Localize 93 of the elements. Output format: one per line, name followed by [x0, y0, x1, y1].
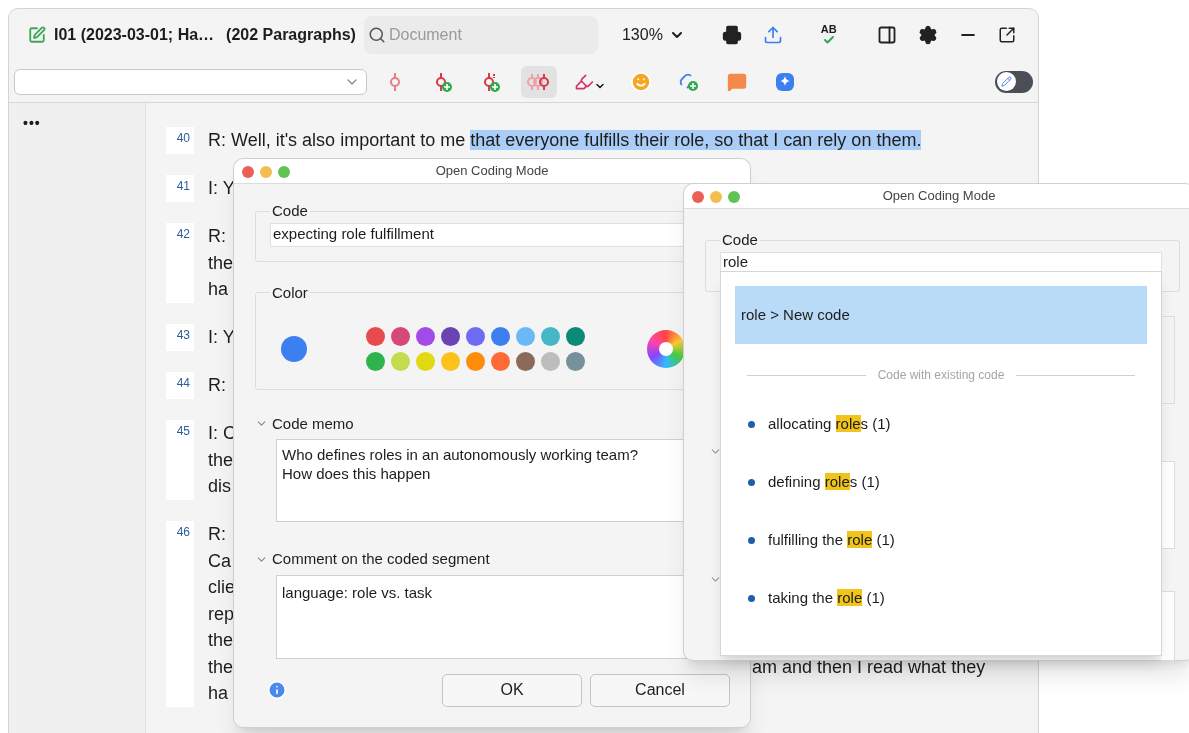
- code-combobox[interactable]: [14, 68, 367, 95]
- color-swatch[interactable]: [516, 352, 535, 372]
- settings-icon[interactable]: [917, 25, 938, 45]
- color-swatch[interactable]: [466, 352, 485, 372]
- paragraph-number: 41: [176, 179, 190, 193]
- code-suggestion[interactable]: fulfilling the role (1): [768, 528, 895, 552]
- print-icon[interactable]: [721, 25, 742, 45]
- zoom-button[interactable]: [728, 191, 740, 203]
- color-swatch[interactable]: [566, 327, 585, 347]
- color-swatch[interactable]: [391, 352, 410, 372]
- code-suggestion[interactable]: taking the role (1): [768, 586, 885, 610]
- dialog-title: Open Coding Mode: [435, 162, 549, 181]
- color-swatch[interactable]: [416, 352, 435, 372]
- color-swatch[interactable]: [516, 327, 535, 347]
- info-icon[interactable]: [267, 680, 287, 700]
- popout-icon[interactable]: [997, 26, 1016, 44]
- close-button[interactable]: [242, 166, 254, 178]
- pencil-icon: [997, 72, 1016, 91]
- more-menu[interactable]: •••: [23, 115, 41, 131]
- dialog-title: Open Coding Mode: [882, 187, 996, 206]
- bullet-icon: [748, 594, 755, 602]
- sparkle-icon: [774, 70, 796, 93]
- paragraph-text: the: [208, 630, 234, 650]
- paragraph-text: the: [208, 449, 234, 470]
- paragraph-number: 40: [176, 131, 190, 145]
- paragraph-text: Ca: [208, 550, 231, 571]
- color-swatch[interactable]: [541, 327, 560, 347]
- ok-button[interactable]: OK: [442, 673, 582, 707]
- minimize-button[interactable]: [260, 166, 272, 178]
- edit-mode-toggle[interactable]: [995, 70, 1033, 93]
- color-swatch[interactable]: [391, 327, 410, 347]
- color-swatch[interactable]: [566, 352, 585, 372]
- color-swatch[interactable]: [416, 327, 435, 347]
- paragraph-number: 46: [176, 525, 190, 539]
- minimize-button[interactable]: [710, 191, 722, 203]
- paragraph-text: dis: [208, 476, 231, 496]
- paragraph-text: clie: [208, 577, 235, 597]
- bullet-icon: [748, 478, 755, 486]
- edit-document-icon: [28, 26, 46, 44]
- paragraph-number: 44: [176, 376, 190, 390]
- paragraph-number: 43: [176, 328, 190, 342]
- paragraph-text: R: Well, it's also important to me: [208, 130, 467, 150]
- paragraph-number: 42: [176, 227, 190, 241]
- new-code-option[interactable]: role > New code: [735, 286, 1147, 344]
- code-pin-icon: [388, 70, 402, 93]
- color-swatch[interactable]: [441, 327, 460, 347]
- color-swatch[interactable]: [491, 352, 510, 372]
- paragraph-text: the: [208, 656, 234, 677]
- cancel-button[interactable]: Cancel: [590, 673, 730, 707]
- field-label: Color: [271, 282, 309, 303]
- upload-icon[interactable]: [762, 25, 783, 45]
- toolbar-button[interactable]: [521, 65, 557, 98]
- paragraph-text: R:: [208, 375, 226, 395]
- paragraph-text: I: Y: [208, 178, 235, 198]
- comment-icon: [727, 71, 747, 92]
- code-suggestion[interactable]: defining roles (1): [768, 470, 880, 494]
- field-label: Code memo: [272, 413, 354, 434]
- bullet-icon: [748, 420, 755, 428]
- color-swatch[interactable]: [441, 352, 460, 372]
- zoom-dropdown[interactable]: 130%: [621, 23, 685, 47]
- field-label: Comment on the coded segment: [272, 549, 490, 569]
- code-suggestion[interactable]: allocating roles (1): [768, 412, 891, 436]
- panel-icon[interactable]: [876, 25, 897, 45]
- paragraph-text: R:: [208, 226, 226, 246]
- close-button[interactable]: [692, 191, 704, 203]
- paragraph-text: the: [208, 252, 234, 273]
- highlighter-icon: [574, 71, 606, 92]
- search-field[interactable]: Document: [363, 16, 598, 54]
- zoom-button[interactable]: [278, 166, 290, 178]
- paragraph-text: rep: [208, 603, 234, 624]
- field-label: Code: [721, 230, 759, 250]
- bullet-icon: [748, 536, 755, 544]
- color-swatch[interactable]: [466, 327, 485, 347]
- smiley-icon: [630, 70, 652, 93]
- paragraph-number: 45: [176, 424, 190, 438]
- field-label: Code: [271, 201, 309, 221]
- color-swatch[interactable]: [541, 352, 560, 372]
- section-label: Code with existing code: [877, 367, 1005, 384]
- search-icon: [367, 26, 386, 44]
- code-input[interactable]: role: [720, 251, 1162, 273]
- document-title: I01 (2023-03-01; Ha…: [54, 25, 215, 45]
- color-swatch[interactable]: [491, 327, 510, 347]
- paragraph-text: I: Y: [208, 327, 235, 347]
- paragraph-text: ha: [208, 683, 229, 703]
- color-swatch[interactable]: [366, 327, 385, 347]
- paragraph-count: (202 Paragraphs): [226, 25, 356, 45]
- paragraph-text: ha: [208, 279, 229, 299]
- color-wheel-icon[interactable]: [647, 330, 685, 369]
- spellcheck-button[interactable]: AB: [820, 24, 837, 46]
- check-icon: [822, 34, 835, 46]
- highlighted-text: that everyone fulfills their role, so that I can rely on them.: [470, 130, 922, 150]
- color-swatch[interactable]: [366, 352, 385, 372]
- paragraph-text: R:: [208, 524, 226, 544]
